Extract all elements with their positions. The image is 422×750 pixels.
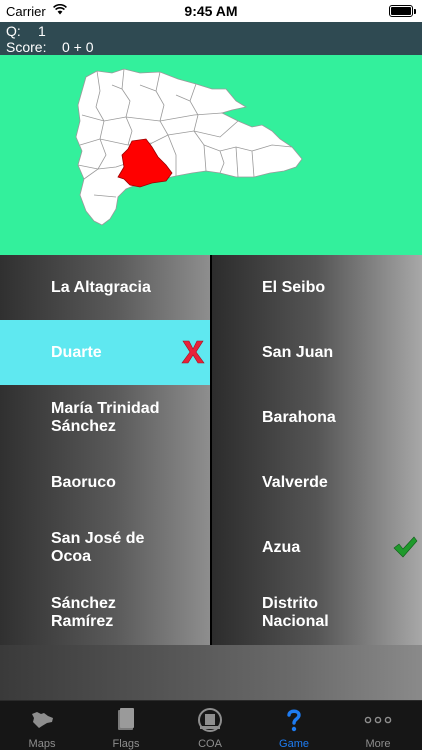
answer-button-right-4[interactable]: Valverde — [212, 450, 422, 515]
answer-label: Valverde — [262, 473, 328, 491]
footer-panel — [0, 645, 422, 700]
flag-icon — [118, 708, 134, 730]
answer-label: El Seibo — [262, 278, 326, 296]
answer-label: Baoruco — [51, 473, 116, 491]
answer-button-right-2[interactable]: San Juan — [212, 320, 422, 385]
question-mark-icon — [287, 709, 301, 732]
tab-game[interactable]: Game — [252, 701, 336, 750]
tab-flags[interactable]: Flags — [84, 701, 168, 750]
answer-label: María Trinidad Sánchez — [51, 399, 160, 435]
answer-button-right-3[interactable]: Barahona — [212, 385, 422, 450]
tab-label: Maps — [28, 738, 56, 750]
answer-label: Duarte — [51, 343, 102, 361]
score-label: Score: — [6, 39, 47, 55]
answer-button-left-3[interactable]: María Trinidad Sánchez — [0, 385, 210, 450]
answer-button-right-6[interactable]: Distrito Nacional — [212, 580, 422, 645]
coat-of-arms-icon — [198, 708, 222, 732]
map-icon — [32, 712, 53, 728]
question-label: Q: — [6, 23, 21, 39]
answer-button-left-5[interactable]: San José de Ocoa — [0, 515, 210, 580]
tab-label: COA — [198, 738, 222, 750]
checkmark-icon — [393, 536, 418, 558]
x-mark-icon — [181, 340, 205, 364]
answer-label: Distrito Nacional — [262, 594, 329, 630]
tab-bar: Maps Flags COA Game More — [0, 700, 422, 750]
tab-label: Flags — [112, 738, 140, 750]
question-number: 1 — [38, 23, 46, 39]
tab-label: Game — [279, 738, 309, 750]
answer-button-left-6[interactable]: Sánchez Ramírez — [0, 580, 210, 645]
answer-label: San Juan — [262, 343, 334, 361]
answer-button-left-4[interactable]: Baoruco — [0, 450, 210, 515]
battery-icon — [389, 5, 416, 17]
answer-button-left-1[interactable]: La Altagracia — [0, 255, 210, 320]
answer-label: San José de Ocoa — [51, 529, 145, 565]
clock: 9:45 AM — [184, 3, 238, 19]
dominican-republic-map — [75, 68, 303, 226]
status-bar: Carrier 9:45 AM — [0, 0, 422, 22]
answer-grid: La Altagracia Duarte María Trinidad Sánc… — [0, 255, 422, 645]
tab-more[interactable]: More — [336, 701, 420, 750]
tab-maps[interactable]: Maps — [0, 701, 84, 750]
answer-button-right-5[interactable]: Azua — [212, 515, 422, 580]
score-value: 0 + 0 — [62, 39, 94, 55]
answer-button-right-1[interactable]: El Seibo — [212, 255, 422, 320]
game-info-panel: Q: 1 Score: 0 + 0 — [0, 22, 422, 55]
answer-button-left-2[interactable]: Duarte — [0, 320, 210, 385]
tab-coa[interactable]: COA — [168, 701, 252, 750]
answer-label: La Altagracia — [51, 278, 151, 296]
answer-label: Sánchez Ramírez — [51, 594, 116, 630]
answer-label: Barahona — [262, 408, 336, 426]
province-map — [0, 55, 422, 255]
more-dots-icon — [364, 716, 392, 724]
answer-label: Azua — [262, 538, 301, 556]
country-outline — [75, 68, 303, 226]
tab-label: More — [365, 738, 391, 750]
